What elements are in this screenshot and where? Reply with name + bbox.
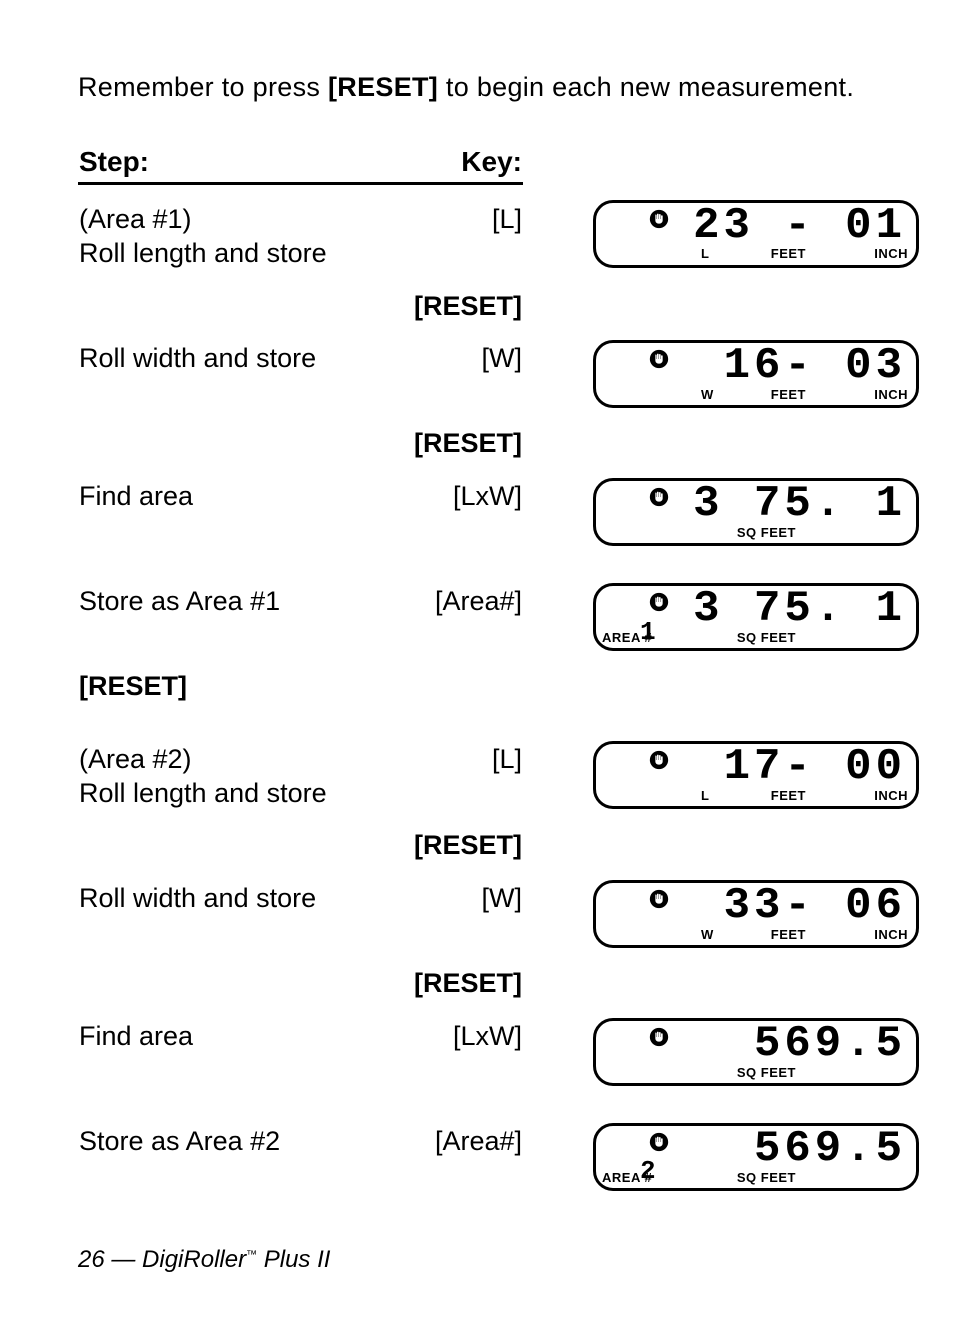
lcd-feet-label: FEET [771,927,806,943]
lcd-display: 3 75. 1SQ FEET [593,478,919,546]
lcd-area-num: 1 [640,616,656,649]
key-cell: [Area#] [378,1107,523,1192]
stop-icon [648,1026,670,1048]
footer-dash: — [105,1246,142,1273]
lcd-inch-label: INCH [874,246,908,262]
key-cell: [RESET] [378,409,523,462]
stop-icon [648,348,670,370]
step-cell: (Area #2)Roll length and store [78,725,378,812]
lcd-digits: 569.5 [754,1017,906,1072]
stop-icon [648,1131,670,1153]
lcd-cell: 17- 00LFEETINCH [523,725,876,812]
header-step: Step: [78,145,378,184]
lcd-cell [523,949,876,1002]
key-cell [378,652,523,705]
stop-icon [648,749,670,771]
step-cell: [RESET] [78,652,378,705]
lcd-feet-label: FEET [771,246,806,262]
lcd-cell: 3 75. 1SQ FEET [523,462,876,547]
lcd-inch-label: INCH [874,788,908,804]
footer-product-a: DigiRoller [142,1246,246,1273]
lcd-dim-label: W [701,927,714,943]
key-cell: [Area#] [378,567,523,652]
step-cell: (Area #1)Roll length and store [78,184,378,272]
intro-reset: [RESET] [328,72,438,102]
step-cell [78,409,378,462]
stop-icon [648,888,670,910]
lcd-cell [523,652,876,705]
lcd-dim-label: L [701,788,709,804]
lcd-cell [523,811,876,864]
key-cell: [W] [378,864,523,949]
intro-post: to begin each new measurement. [438,72,854,102]
lcd-dim-label: W [701,387,714,403]
lcd-digits: 3 75. 1 [693,582,906,637]
key-cell: [L] [378,184,523,272]
key-cell: [W] [378,324,523,409]
step-cell: Store as Area #2 [78,1107,378,1192]
lcd-display: 17- 00 L FEET INCH [593,741,919,809]
lcd-dim-label: L [701,246,709,262]
lcd-inch-label: INCH [874,927,908,943]
footer-page-num: 26 [78,1246,105,1273]
lcd-sqfeet-label: SQ FEET [737,630,796,646]
lcd-cell: 569.5SQ FEETAREA #2 [523,1107,876,1192]
lcd-display: 33- 06 W FEET INCH [593,880,919,948]
lcd-sqfeet-label: SQ FEET [737,1170,796,1186]
lcd-sqfeet-label: SQ FEET [737,525,796,541]
lcd-display: 569.5SQ FEETAREA #2 [593,1123,919,1191]
page-footer: 26 — DigiRoller™ Plus II [78,1246,330,1274]
step-cell: Find area [78,1002,378,1087]
lcd-inch-label: INCH [874,387,908,403]
step-cell: Roll width and store [78,864,378,949]
key-cell: [RESET] [378,811,523,864]
lcd-display: 569.5SQ FEET [593,1018,919,1086]
step-cell: Find area [78,462,378,547]
lcd-digits: 17- 00 [724,740,906,795]
step-cell: Store as Area #1 [78,567,378,652]
lcd-cell: 23 - 01LFEETINCH [523,184,876,272]
lcd-feet-label: FEET [771,387,806,403]
intro-pre: Remember to press [78,72,328,102]
lcd-area-num: 2 [640,1155,656,1188]
lcd-display: 16- 03 W FEET INCH [593,340,919,408]
key-cell: [L] [378,725,523,812]
footer-tm: ™ [246,1249,257,1261]
step-cell [78,949,378,1002]
lcd-digits: 3 75. 1 [693,477,906,532]
header-lcd-empty [523,145,876,184]
lcd-digits: 33- 06 [724,879,906,934]
lcd-display: 3 75. 1SQ FEETAREA #1 [593,583,919,651]
lcd-cell: 3 75. 1SQ FEETAREA #1 [523,567,876,652]
lcd-feet-label: FEET [771,788,806,804]
stop-icon [648,208,670,230]
lcd-digits: 16- 03 [724,339,906,394]
key-cell: [LxW] [378,462,523,547]
lcd-cell: 569.5SQ FEET [523,1002,876,1087]
lcd-digits: 23 - 01 [693,199,906,254]
step-cell: Roll width and store [78,324,378,409]
lcd-cell [523,272,876,325]
step-cell [78,272,378,325]
step-cell [78,811,378,864]
key-cell: [RESET] [378,272,523,325]
lcd-cell [523,409,876,462]
steps-table: Step: Key: (Area #1)Roll length and stor… [78,145,876,1192]
intro-text: Remember to press [RESET] to begin each … [78,72,876,103]
key-cell: [RESET] [378,949,523,1002]
header-key: Key: [378,145,523,184]
lcd-sqfeet-label: SQ FEET [737,1065,796,1081]
lcd-cell: 16- 03WFEETINCH [523,324,876,409]
footer-product-b: Plus II [257,1246,330,1273]
lcd-display: 23 - 01L FEET INCH [593,200,919,268]
lcd-digits: 569.5 [754,1122,906,1177]
lcd-cell: 33- 06WFEETINCH [523,864,876,949]
key-cell: [LxW] [378,1002,523,1087]
stop-icon [648,486,670,508]
stop-icon [648,591,670,613]
